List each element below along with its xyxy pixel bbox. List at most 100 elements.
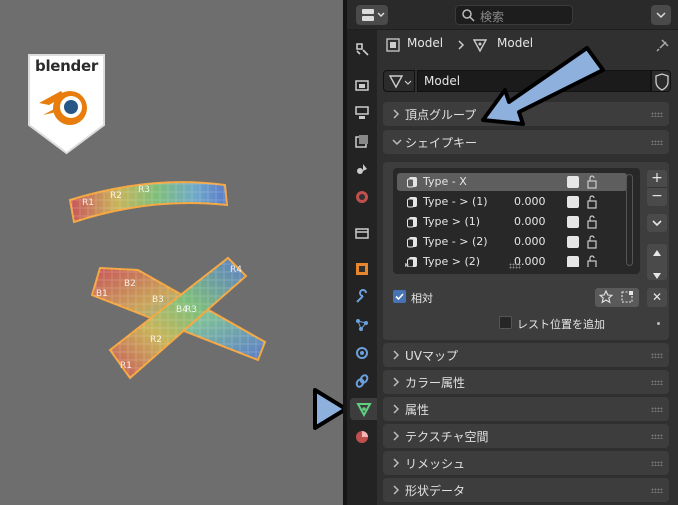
mesh-patch-label: B3 bbox=[152, 295, 164, 305]
list-scrollbar[interactable] bbox=[626, 174, 633, 266]
lock-icon[interactable] bbox=[585, 255, 599, 267]
search-placeholder: 検索 bbox=[480, 10, 505, 24]
move-up-icon[interactable] bbox=[647, 244, 667, 262]
mesh-patch-label: B2 bbox=[124, 279, 136, 289]
chevron-right-icon bbox=[393, 404, 400, 414]
shape-key-row[interactable]: Type > (1) 0.000 bbox=[397, 213, 627, 231]
panel-shape-data[interactable]: 形状データ bbox=[383, 478, 669, 502]
world-icon bbox=[356, 191, 368, 203]
tab-physics[interactable] bbox=[350, 342, 374, 364]
rest-position-checkbox[interactable] bbox=[499, 316, 512, 329]
mesh-patch-label: B1 bbox=[96, 289, 108, 299]
chevron-right-icon bbox=[393, 485, 400, 495]
tab-collection[interactable] bbox=[350, 222, 374, 244]
header-options-button[interactable] bbox=[651, 5, 671, 25]
lock-icon[interactable] bbox=[585, 195, 599, 209]
drag-handle[interactable] bbox=[651, 488, 663, 493]
mute-checkbox[interactable] bbox=[567, 216, 579, 228]
chevron-right-icon bbox=[393, 458, 400, 468]
drag-handle[interactable] bbox=[651, 112, 663, 117]
panel-remesh[interactable]: リメッシュ bbox=[383, 451, 669, 475]
tab-tool[interactable] bbox=[350, 38, 374, 60]
star-icon[interactable] bbox=[599, 290, 613, 304]
shape-key-value[interactable]: 0.000 bbox=[514, 235, 546, 248]
panel-label: カラー属性 bbox=[405, 376, 466, 390]
panel-shape-keys[interactable]: シェイプキー bbox=[383, 130, 669, 154]
shield-icon bbox=[655, 73, 669, 91]
tab-scene[interactable] bbox=[350, 158, 374, 180]
drag-handle[interactable] bbox=[651, 380, 663, 385]
tab-world[interactable] bbox=[350, 186, 374, 208]
mute-checkbox[interactable] bbox=[567, 176, 579, 188]
expand-list-icon[interactable]: ▸ bbox=[405, 260, 409, 269]
tab-particles[interactable] bbox=[350, 314, 374, 336]
decorator-dot[interactable] bbox=[657, 322, 660, 325]
mute-checkbox[interactable] bbox=[567, 196, 579, 208]
panel-label: UVマップ bbox=[405, 349, 458, 363]
view-layer-icon bbox=[355, 135, 368, 148]
panel-uv-maps[interactable]: UVマップ bbox=[383, 343, 669, 367]
panel-label: 形状データ bbox=[405, 484, 466, 498]
mute-checkbox[interactable] bbox=[567, 256, 579, 267]
checkmark-icon bbox=[395, 293, 404, 301]
shape-key-row[interactable]: Type - X bbox=[397, 173, 627, 191]
tab-object[interactable] bbox=[350, 258, 374, 280]
editor-type-button[interactable] bbox=[356, 5, 388, 25]
shape-key-icon bbox=[407, 217, 417, 228]
panel-label: 頂点グループ bbox=[405, 108, 477, 122]
lock-icon[interactable] bbox=[585, 235, 599, 249]
panel-texture-space[interactable]: テクスチャ空間 bbox=[383, 424, 669, 448]
tab-render[interactable] bbox=[350, 74, 374, 96]
panel-label: テクスチャ空間 bbox=[405, 430, 489, 444]
add-shape-key-button[interactable]: + bbox=[647, 170, 667, 188]
shape-key-value[interactable]: 0.000 bbox=[514, 215, 546, 228]
mesh-data-icon bbox=[355, 403, 372, 417]
3d-viewport[interactable]: blender R1 R2 R3 B1 B2 B3 B4 R1 R2 R3 R4 bbox=[0, 0, 346, 505]
shape-key-value[interactable]: 0.000 bbox=[514, 195, 546, 208]
shape-key-name: Type - > (1) bbox=[423, 195, 488, 208]
tab-modifiers[interactable] bbox=[350, 286, 374, 308]
shape-key-icon bbox=[407, 197, 417, 208]
relative-checkbox[interactable] bbox=[393, 290, 406, 303]
tab-data[interactable] bbox=[350, 398, 377, 420]
panel-color-attributes[interactable]: カラー属性 bbox=[383, 370, 669, 394]
tab-output[interactable] bbox=[350, 102, 374, 124]
browse-mesh-button[interactable] bbox=[383, 70, 415, 92]
edit-mode-icon[interactable] bbox=[620, 290, 634, 304]
drag-handle[interactable] bbox=[651, 434, 663, 439]
lock-icon[interactable] bbox=[585, 215, 599, 229]
mesh-objects[interactable]: R1R2R3B1B2B3B4R1R2R3R4 bbox=[0, 0, 346, 505]
mesh-patch-label: R1 bbox=[120, 361, 132, 371]
lock-icon[interactable] bbox=[585, 175, 599, 189]
tab-view-layer[interactable] bbox=[350, 130, 374, 152]
breadcrumb-object: Model bbox=[407, 36, 444, 50]
mesh-patch-label: R1 bbox=[82, 198, 94, 208]
shape-key-specials-button[interactable] bbox=[647, 214, 667, 232]
mute-checkbox[interactable] bbox=[567, 236, 579, 248]
chevron-down-icon bbox=[652, 220, 662, 227]
mesh-patch-label: R3 bbox=[185, 305, 197, 315]
move-down-icon[interactable] bbox=[647, 267, 667, 285]
rest-position-label: レスト位置を追加 bbox=[517, 318, 605, 331]
shape-key-row[interactable]: Type - > (2) 0.000 bbox=[397, 233, 627, 251]
object-icon bbox=[356, 263, 368, 275]
clear-shape-key-button[interactable]: ✕ bbox=[647, 288, 667, 307]
pin-icon[interactable] bbox=[656, 38, 670, 52]
tab-material[interactable] bbox=[350, 426, 374, 448]
drag-handle[interactable] bbox=[651, 461, 663, 466]
drag-handle[interactable] bbox=[651, 140, 663, 145]
tab-constraints[interactable] bbox=[350, 370, 374, 392]
chevron-down-icon bbox=[392, 139, 402, 146]
shape-key-name: Type - X bbox=[423, 175, 467, 188]
list-resize-handle[interactable] bbox=[509, 263, 521, 269]
mesh-patch-label: R4 bbox=[230, 265, 242, 275]
fake-user-button[interactable] bbox=[651, 70, 671, 92]
search-input[interactable]: 検索 bbox=[455, 5, 573, 25]
drag-handle[interactable] bbox=[651, 353, 663, 358]
remove-shape-key-button[interactable]: − bbox=[647, 188, 667, 206]
shape-key-tool-buttons bbox=[595, 288, 639, 307]
panel-attributes[interactable]: 属性 bbox=[383, 397, 669, 421]
mesh-data-icon bbox=[388, 75, 412, 89]
drag-handle[interactable] bbox=[651, 407, 663, 412]
shape-key-row[interactable]: Type - > (1) 0.000 bbox=[397, 193, 627, 211]
